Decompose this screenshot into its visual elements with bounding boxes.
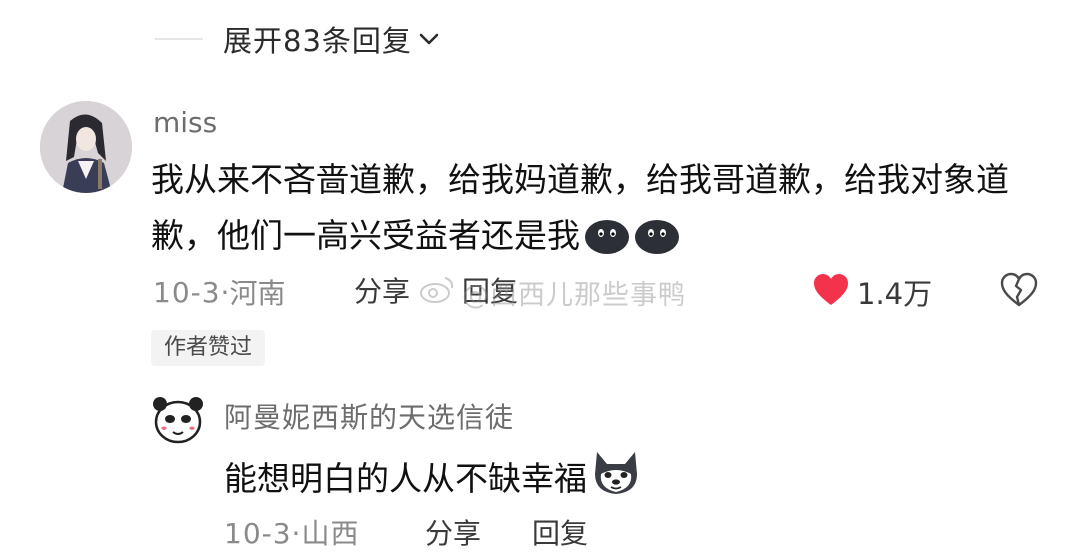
comment-body: 我从来不吝啬道歉，给我妈道歉，给我哥道歉，给我对象道歉，他们一高兴受益者还是我	[151, 152, 1051, 272]
watermark-text: @西西儿那些事鸭	[462, 279, 686, 311]
reply-body: 能想明白的人从不缺幸福	[224, 448, 641, 504]
like-count: 1.4万	[857, 277, 933, 311]
husky-emoji-icon	[591, 448, 641, 504]
weibo-logo-icon	[418, 274, 456, 311]
reply-username[interactable]: 阿曼妮西斯的天选信徒	[224, 396, 514, 436]
reply-meta: 10-3·山西	[224, 512, 359, 556]
comment-date: 10-3	[153, 275, 221, 309]
share-button[interactable]: 分享	[354, 270, 410, 314]
broken-heart-icon	[1000, 272, 1038, 312]
expand-replies-button[interactable]: 展开83条回复	[155, 16, 442, 62]
expand-replies-label: 展开83条回复	[223, 24, 412, 58]
author-liked-badge: 作者赞过	[151, 330, 266, 366]
comment-location: 河南	[229, 277, 286, 310]
divider-line	[155, 38, 203, 40]
comment-meta: 10-3 · 河南	[153, 270, 285, 314]
reply-reply-button[interactable]: 回复	[532, 512, 588, 556]
avatar[interactable]	[40, 101, 132, 193]
comment-text: 我从来不吝啬道歉，给我妈道歉，给我哥道歉，给我对象道歉，他们一高兴受益者还是我	[151, 160, 1009, 255]
meta-separator: ·	[291, 517, 302, 550]
dislike-button[interactable]	[1000, 272, 1038, 312]
reply-date: 10-3	[224, 517, 292, 550]
meta-separator: ·	[220, 275, 230, 309]
blob-emoji-icon	[634, 215, 680, 272]
reply-location: 山西	[301, 517, 360, 550]
like-button[interactable]: 1.4万	[813, 270, 932, 314]
reply-share-button[interactable]: 分享	[425, 512, 481, 556]
watermark: @西西儿那些事鸭	[418, 270, 686, 314]
reply-avatar[interactable]	[147, 388, 209, 450]
heart-icon	[813, 273, 849, 311]
chevron-down-icon	[416, 26, 442, 52]
blob-emoji-icon	[584, 215, 630, 272]
reply-text: 能想明白的人从不缺幸福	[224, 459, 587, 498]
comment-username[interactable]: miss	[153, 106, 217, 139]
